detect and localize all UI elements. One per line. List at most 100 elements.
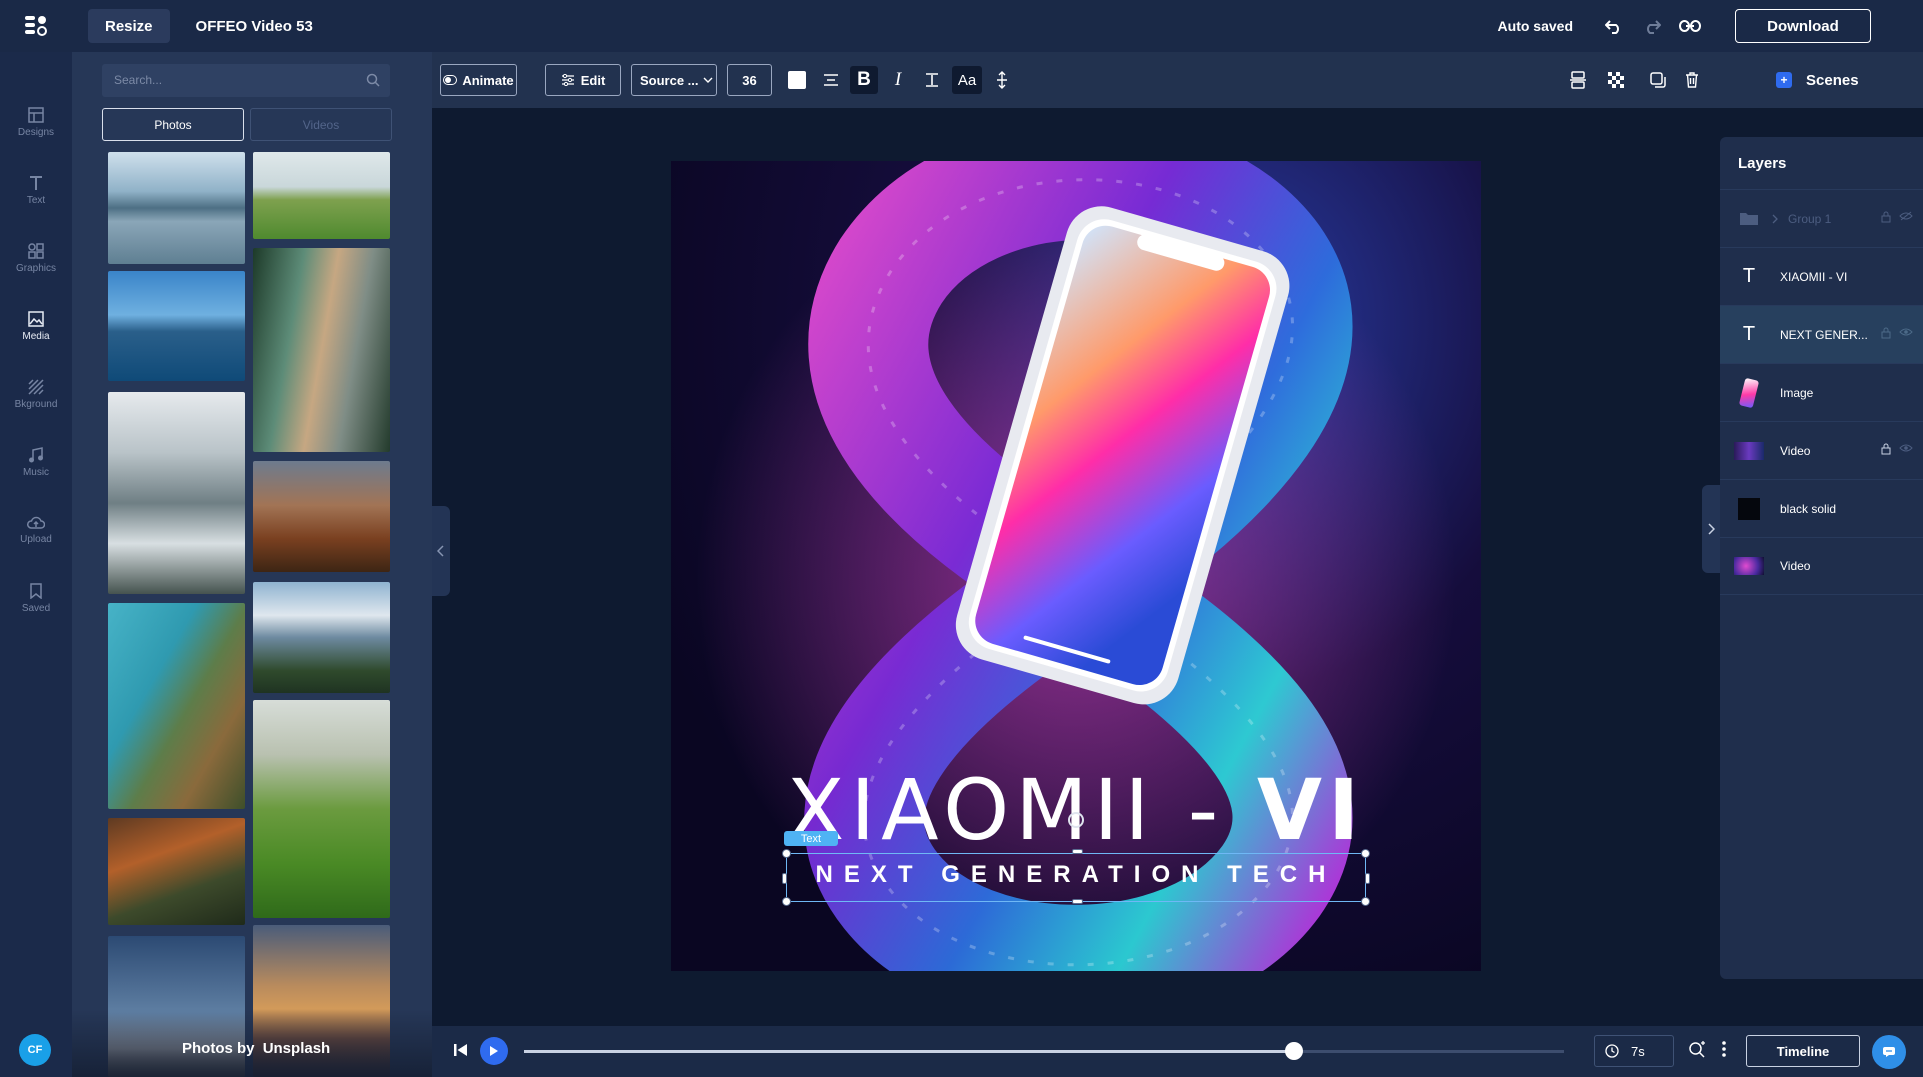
timeline-button[interactable]: Timeline	[1746, 1035, 1860, 1067]
project-title[interactable]: OFFEO Video 53	[196, 18, 313, 35]
toggle-icon	[443, 75, 458, 85]
zoom-icon[interactable]	[1688, 1041, 1706, 1064]
sliders-icon	[561, 74, 574, 86]
align-center-icon[interactable]	[817, 66, 845, 94]
bookmark-icon	[30, 582, 42, 599]
resize-handle-ne[interactable]	[1361, 849, 1370, 858]
photo-thumb-green-hills[interactable]	[253, 700, 390, 918]
skip-to-start-icon[interactable]	[454, 1043, 468, 1062]
more-options-icon[interactable]	[1722, 1040, 1726, 1063]
resize-button[interactable]: Resize	[88, 9, 170, 43]
font-size-input[interactable]: 36	[727, 64, 772, 96]
share-link-icon[interactable]	[1679, 15, 1701, 37]
resize-handle-se[interactable]	[1361, 897, 1370, 906]
layers-panel: Layers Group 1 T XIAOMII - VI T NEXT GEN…	[1720, 137, 1923, 979]
chat-support-button[interactable]	[1872, 1035, 1906, 1069]
photo-thumb-alpine-valley[interactable]	[253, 582, 390, 693]
photo-thumb-misty-forest[interactable]	[108, 392, 245, 594]
line-height-icon[interactable]	[918, 66, 946, 94]
cloud-upload-icon	[27, 516, 45, 529]
eye-off-icon[interactable]	[1899, 211, 1913, 221]
chat-icon	[1883, 1047, 1895, 1057]
lock-icon[interactable]	[1881, 443, 1891, 455]
layer-label: XIAOMII - VI	[1780, 269, 1848, 284]
resize-handle-nw[interactable]	[782, 849, 791, 858]
rail-item-upload[interactable]: Upload	[0, 500, 72, 560]
photo-thumb-pier-lake[interactable]	[108, 152, 245, 264]
photo-thumb-canyon[interactable]	[253, 461, 390, 572]
search-icon[interactable]	[366, 73, 380, 87]
collapse-panel-handle[interactable]	[432, 506, 450, 596]
resize-handle-w[interactable]	[782, 873, 787, 884]
rail-item-graphics[interactable]: Graphics	[0, 228, 72, 288]
layer-label: Group 1	[1788, 211, 1832, 226]
avatar[interactable]: CF	[19, 1034, 51, 1066]
trash-icon[interactable]	[1678, 66, 1706, 94]
scenes-button[interactable]: + Scenes	[1720, 52, 1923, 108]
resize-handle-s[interactable]	[1072, 899, 1083, 904]
text-color-swatch[interactable]	[783, 66, 811, 94]
eye-icon[interactable]	[1899, 443, 1913, 453]
position-icon[interactable]	[1564, 66, 1592, 94]
rail-item-text[interactable]: Text	[0, 160, 72, 220]
rail-item-saved[interactable]: Saved	[0, 568, 72, 628]
chevron-right-icon[interactable]	[1772, 214, 1778, 224]
playback-bar: 7s Timeline	[432, 1026, 1923, 1077]
layer-item[interactable]: black solid	[1720, 479, 1923, 537]
animate-button[interactable]: Animate	[440, 64, 517, 96]
layer-item[interactable]: Video	[1720, 421, 1923, 479]
layer-label: black solid	[1780, 501, 1837, 516]
photo-thumb-autumn-river[interactable]	[108, 818, 245, 925]
layer-item[interactable]: T XIAOMII - VI	[1720, 247, 1923, 305]
rail-label: Saved	[21, 602, 51, 614]
duplicate-icon[interactable]	[1644, 66, 1672, 94]
layer-item[interactable]: T NEXT GENER...	[1720, 305, 1923, 363]
redo-icon[interactable]	[1641, 15, 1663, 37]
italic-icon[interactable]: I	[884, 66, 912, 94]
transparency-icon[interactable]	[1602, 66, 1630, 94]
font-family-select[interactable]: Source ...	[631, 64, 717, 96]
offeo-logo[interactable]	[0, 0, 72, 52]
lock-icon[interactable]	[1881, 211, 1891, 223]
rail-item-background[interactable]: Bkground	[0, 364, 72, 424]
text-case-icon[interactable]: Aa	[952, 66, 982, 94]
credit-source-link[interactable]: Unsplash	[263, 1040, 331, 1057]
playback-scrubber[interactable]	[524, 1042, 1564, 1060]
edit-button[interactable]: Edit	[545, 64, 621, 96]
photo-thumb-lone-tree[interactable]	[253, 152, 390, 239]
rotate-handle[interactable]	[1068, 812, 1084, 828]
headline-light: XIAOMII -	[786, 761, 1257, 859]
play-button[interactable]	[480, 1037, 508, 1065]
rail-item-media[interactable]: Media	[0, 296, 72, 356]
photo-thumb-mountain-lake[interactable]	[253, 248, 390, 452]
tab-videos[interactable]: Videos	[250, 108, 392, 141]
bold-icon[interactable]: B	[850, 66, 878, 94]
scrubber-knob[interactable]	[1284, 1042, 1303, 1060]
eye-icon[interactable]	[1899, 327, 1913, 337]
search-input[interactable]: Search...	[102, 64, 390, 97]
photo-credit: Photos by Unsplash	[182, 1040, 330, 1057]
selection-box[interactable]	[782, 849, 1370, 906]
layer-item[interactable]: Image	[1720, 363, 1923, 421]
lock-icon[interactable]	[1881, 327, 1891, 339]
animate-label: Animate	[462, 72, 514, 88]
photo-thumb-coastal-cliff[interactable]	[108, 603, 245, 809]
duration-field[interactable]: 7s	[1594, 1035, 1674, 1067]
tab-photos[interactable]: Photos	[102, 108, 244, 141]
rail-item-music[interactable]: Music	[0, 432, 72, 492]
undo-icon[interactable]	[1603, 15, 1625, 37]
rail-item-designs[interactable]: Designs	[0, 92, 72, 152]
resize-handle-e[interactable]	[1365, 873, 1370, 884]
expand-layers-handle[interactable]	[1702, 485, 1720, 573]
chevron-down-icon	[703, 77, 713, 83]
layer-label: NEXT GENER...	[1780, 327, 1868, 342]
text-icon	[30, 175, 42, 190]
layer-item[interactable]: Group 1	[1720, 189, 1923, 247]
resize-handle-n[interactable]	[1072, 849, 1083, 854]
layer-item[interactable]: Video	[1720, 537, 1923, 595]
resize-handle-sw[interactable]	[782, 897, 791, 906]
photo-thumb-pier-blue[interactable]	[108, 271, 245, 381]
download-button[interactable]: Download	[1735, 9, 1871, 43]
chevron-right-icon	[1708, 523, 1715, 535]
letter-spacing-icon[interactable]	[988, 66, 1016, 94]
